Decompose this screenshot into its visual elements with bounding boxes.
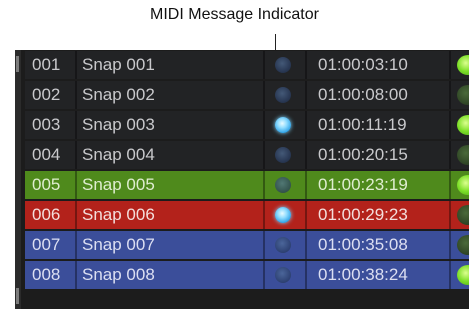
column-separator xyxy=(449,201,451,229)
snapshot-name: Snap 008 xyxy=(82,265,155,284)
midi-message-indicator-icon xyxy=(275,237,291,253)
column-separator xyxy=(263,51,265,79)
column-separator xyxy=(305,171,307,199)
midi-message-indicator-icon xyxy=(275,87,291,103)
column-separator xyxy=(75,261,77,289)
snapshot-number: 002 xyxy=(32,85,61,104)
snapshot-number: 004 xyxy=(32,145,61,164)
column-separator xyxy=(263,81,265,109)
column-separator xyxy=(305,51,307,79)
snapshot-timecode: 01:00:38:24 xyxy=(318,265,408,284)
midi-message-indicator-icon xyxy=(275,147,291,163)
snapshot-timecode: 01:00:08:00 xyxy=(318,85,408,104)
column-separator xyxy=(75,51,77,79)
snapshot-row[interactable]: 002 Snap 002 01:00:08:00 xyxy=(25,81,469,109)
status-led-icon xyxy=(457,115,469,135)
midi-message-indicator-icon xyxy=(275,207,291,223)
column-separator xyxy=(263,261,265,289)
list-left-rail xyxy=(15,50,21,309)
snapshot-row[interactable]: 005 Snap 005 01:00:23:19 xyxy=(25,171,469,199)
column-separator xyxy=(449,231,451,259)
column-separator xyxy=(449,111,451,139)
column-separator xyxy=(449,261,451,289)
snapshot-timecode: 01:00:11:19 xyxy=(318,115,407,134)
column-separator xyxy=(305,231,307,259)
column-separator xyxy=(305,201,307,229)
midi-message-indicator-icon xyxy=(275,177,291,193)
column-separator xyxy=(75,81,77,109)
status-led-icon xyxy=(457,235,469,255)
status-led-icon xyxy=(457,85,469,105)
snapshot-row[interactable]: 004 Snap 004 01:00:20:15 xyxy=(25,141,469,169)
column-separator xyxy=(305,261,307,289)
snapshot-number: 008 xyxy=(32,265,61,284)
snapshot-number: 001 xyxy=(32,55,61,74)
snapshot-name: Snap 006 xyxy=(82,205,155,224)
rail-tick xyxy=(16,56,19,72)
status-led-icon xyxy=(457,175,469,195)
snapshot-name: Snap 001 xyxy=(82,55,155,74)
snapshot-timecode: 01:00:35:08 xyxy=(318,235,408,254)
status-led-icon xyxy=(457,265,469,285)
snapshot-number: 006 xyxy=(32,205,61,224)
column-separator xyxy=(263,111,265,139)
snapshot-timecode: 01:00:20:15 xyxy=(318,145,408,164)
status-led-icon xyxy=(457,205,469,225)
snapshot-name: Snap 005 xyxy=(82,175,155,194)
snapshot-row[interactable]: 001 Snap 001 01:00:03:10 xyxy=(25,51,469,79)
status-led-icon xyxy=(457,55,469,75)
column-separator xyxy=(449,51,451,79)
rail-tick xyxy=(16,288,19,304)
midi-message-indicator-icon xyxy=(275,57,291,73)
column-separator xyxy=(75,231,77,259)
snapshot-name: Snap 002 xyxy=(82,85,155,104)
snapshot-timecode: 01:00:23:19 xyxy=(318,175,408,194)
snapshot-row[interactable]: 008 Snap 008 01:00:38:24 xyxy=(25,261,469,289)
column-separator xyxy=(305,111,307,139)
snapshot-timecode: 01:00:29:23 xyxy=(318,205,408,224)
column-separator xyxy=(449,171,451,199)
snapshot-number: 005 xyxy=(32,175,61,194)
column-separator xyxy=(305,81,307,109)
column-separator xyxy=(75,111,77,139)
column-separator xyxy=(263,201,265,229)
snapshot-row[interactable]: 003 Snap 003 01:00:11:19 xyxy=(25,111,469,139)
midi-message-indicator-icon xyxy=(275,117,291,133)
snapshot-timecode: 01:00:03:10 xyxy=(318,55,408,74)
midi-indicator-callout-label: MIDI Message Indicator xyxy=(150,6,319,23)
status-led-icon xyxy=(457,145,469,165)
column-separator xyxy=(263,171,265,199)
column-separator xyxy=(449,81,451,109)
column-separator xyxy=(305,141,307,169)
snapshot-list-panel: 001 Snap 001 01:00:03:10 002 Snap 002 01:00:0… xyxy=(15,50,469,309)
column-separator xyxy=(263,141,265,169)
snapshot-number: 003 xyxy=(32,115,61,134)
column-separator xyxy=(263,231,265,259)
column-separator xyxy=(75,141,77,169)
snapshot-row[interactable]: 007 Snap 007 01:00:35:08 xyxy=(25,231,469,259)
midi-message-indicator-icon xyxy=(275,267,291,283)
column-separator xyxy=(75,201,77,229)
snapshot-name: Snap 007 xyxy=(82,235,155,254)
column-separator xyxy=(75,171,77,199)
column-separator xyxy=(449,141,451,169)
snapshot-row[interactable]: 006 Snap 006 01:00:29:23 xyxy=(25,201,469,229)
snapshot-name: Snap 003 xyxy=(82,115,155,134)
snapshot-name: Snap 004 xyxy=(82,145,155,164)
snapshot-number: 007 xyxy=(32,235,61,254)
